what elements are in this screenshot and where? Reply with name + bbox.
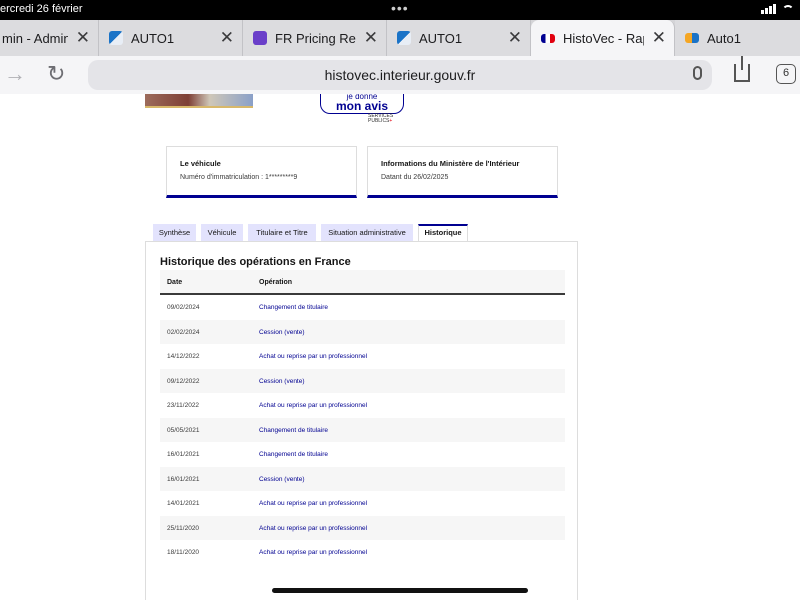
row-date: 14/01/2021 [167,500,200,507]
row-date: 18/11/2020 [167,549,200,556]
microphone-icon[interactable] [693,66,702,80]
close-tab-icon[interactable]: ✕ [364,28,378,48]
row-operation: Achat ou reprise par un professionnel [259,549,368,556]
tab-title: AUTO1 [131,30,175,46]
reload-icon[interactable]: ↻ [47,61,65,87]
tab-synthese[interactable]: Synthèse [153,224,196,241]
row-date: 16/01/2021 [167,451,200,458]
home-indicator[interactable] [272,588,528,593]
tab-title: min - Admin C [2,30,68,46]
table-header: Date Opération [160,270,565,295]
cellular-signal-icon [761,4,776,14]
status-date: ercredi 26 février [0,3,83,15]
vehicle-banner-image [145,94,253,108]
row-operation: Changement de titulaire [259,304,329,311]
row-operation: Achat ou reprise par un professionnel [259,353,368,360]
column-header-date: Date [167,279,183,286]
address-bar[interactable]: histovec.interieur.gouv.fr [88,60,712,90]
services-publics-logo: SERVICES PUBLICS+ [368,114,393,124]
tab-title: Auto1 [707,30,741,46]
tab-vehicule[interactable]: Véhicule [201,224,243,241]
row-date: 14/12/2022 [167,353,200,360]
row-operation: Cession (vente) [259,377,305,385]
tab-situation-administrative[interactable]: Situation administrative [321,224,413,241]
row-operation: Changement de titulaire [259,426,329,434]
logo-line2: PUBLICS [368,118,390,124]
feedback-badge[interactable]: je donne mon avis [320,94,404,114]
row-operation: Changement de titulaire [259,451,329,458]
table-row: 14/01/2021 Achat ou reprise par un profes… [160,491,565,516]
row-operation: Cession (vente) [259,328,305,336]
table-row: 18/11/2020 Achat ou reprise par un profes… [160,540,565,565]
french-flag-favicon-icon [541,33,555,43]
history-panel: Historique des opérations en France Date… [145,241,578,600]
status-bar: ercredi 26 février ••• [0,0,800,20]
card-title: Informations du Ministère de l'Intérieur [381,159,520,168]
row-operation: Achat ou reprise par un professionnel [259,500,368,507]
row-date: 05/05/2021 [167,426,200,434]
tab-overview-button[interactable]: 6 [776,64,796,84]
history-title: Historique des opérations en France [160,256,351,268]
browser-toolbar: → ↻ histovec.interieur.gouv.fr 6 [0,56,800,94]
browser-tab-auto1[interactable]: AUTO1 ✕ [99,20,243,56]
row-date: 23/11/2022 [167,402,200,409]
table-row: 23/11/2022 Achat ou reprise par un profes… [160,393,565,418]
history-table: Date Opération 09/02/2024 Changement de t… [160,270,565,565]
row-date: 16/01/2021 [167,475,200,483]
card-title: Le véhicule [180,159,221,168]
tab-titulaire[interactable]: Titulaire et Titre [248,224,316,241]
row-date: 02/02/2024 [167,328,200,336]
tab-title: FR Pricing Reque [275,30,356,46]
browser-tab-strip: min - Admin C ✕ AUTO1 ✕ FR Pricing Reque… [0,20,800,56]
badge-line2: mon avis [335,99,389,113]
table-body: 09/02/2024 Changement de titulaire 02/02/2… [160,295,565,565]
table-row: 25/11/2020 Achat ou reprise par un profes… [160,515,565,540]
row-operation: Achat ou reprise par un professionnel [259,402,368,409]
browser-tab-pricing-request[interactable]: FR Pricing Reque ✕ [243,20,387,56]
plus-icon: + [389,118,393,124]
table-row: 09/12/2022 Cession (vente) [160,368,565,393]
row-date: 09/02/2024 [167,304,200,311]
close-tab-icon[interactable]: ✕ [76,28,90,48]
auto1-logo-favicon-icon [685,33,699,43]
status-indicators [761,4,794,14]
row-date: 09/12/2022 [167,377,200,385]
table-row: 16/01/2021 Changement de titulaire [160,442,565,467]
registration-number: Numéro d'immatriculation : 1*********9 [180,174,298,181]
browser-tab-auto1-second[interactable]: AUTO1 ✕ [387,20,531,56]
table-row: 16/01/2021 Cession (vente) [160,466,565,491]
multitask-dots-icon[interactable]: ••• [391,0,409,16]
vehicle-card: Le véhicule Numéro d'immatriculation : 1… [166,146,357,198]
table-row: 05/05/2021 Changement de titulaire [160,417,565,442]
table-row: 02/02/2024 Cession (vente) [160,319,565,344]
tab-historique[interactable]: Historique [418,224,468,242]
close-tab-icon[interactable]: ✕ [508,28,522,48]
auto1-favicon-icon [397,31,411,45]
browser-tab-histovec[interactable]: HistoVec - Rapp ✕ [531,20,675,56]
forms-favicon-icon [253,31,267,45]
column-header-operation: Opération [259,279,293,286]
page-content: je donne mon avis SERVICES PUBLICS+ Le v… [0,94,800,600]
tab-title: AUTO1 [419,30,463,46]
table-row: 09/02/2024 Changement de titulaire [160,295,565,320]
row-operation: Achat ou reprise par un professionnel [259,524,368,532]
auto1-favicon-icon [109,31,123,45]
close-tab-icon[interactable]: ✕ [652,28,666,48]
tab-title: HistoVec - Rapp [563,30,644,46]
table-row: 14/12/2022 Achat ou reprise par un profes… [160,344,565,369]
row-date: 25/11/2020 [167,524,200,532]
report-date: Datant du 26/02/2025 [381,174,449,181]
url-text: histovec.interieur.gouv.fr [324,67,476,83]
ministry-card: Informations du Ministère de l'Intérieur… [367,146,558,198]
wifi-icon [782,4,794,14]
browser-tab-admin[interactable]: min - Admin C ✕ [0,20,99,56]
close-tab-icon[interactable]: ✕ [220,28,234,48]
forward-arrow-icon[interactable]: → [4,61,26,87]
browser-tab-auto1-third[interactable]: Auto1 [675,20,800,56]
share-icon[interactable] [734,56,750,82]
row-operation: Cession (vente) [259,475,305,483]
